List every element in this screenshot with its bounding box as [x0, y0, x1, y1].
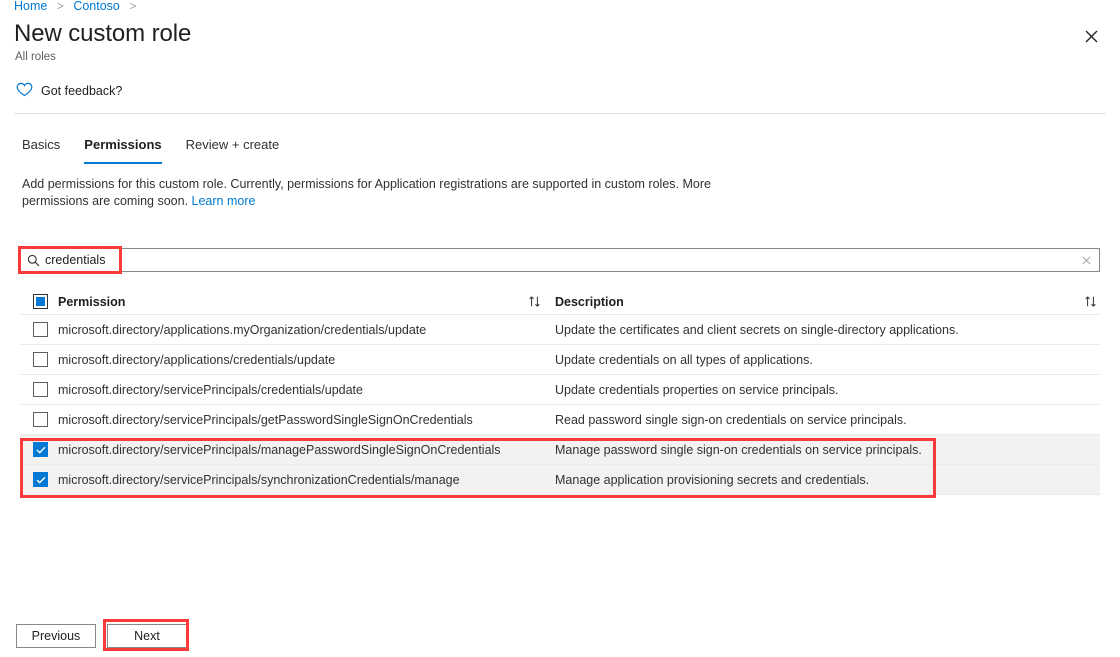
search-input[interactable]	[45, 249, 1073, 271]
row-checkbox[interactable]	[33, 442, 48, 457]
clear-search-icon[interactable]	[1073, 255, 1099, 265]
breadcrumb-separator-1: >	[56, 0, 64, 13]
row-permission: microsoft.directory/applications.myOrgan…	[58, 322, 427, 337]
search-icon	[21, 254, 45, 267]
table-row[interactable]: microsoft.directory/applications/credent…	[20, 345, 1100, 375]
breadcrumb-separator-2: >	[129, 0, 137, 13]
column-header-permission[interactable]: Permission	[58, 295, 528, 309]
row-description: Update credentials on all types of appli…	[555, 352, 813, 367]
row-checkbox[interactable]	[33, 472, 48, 487]
permissions-description: Add permissions for this custom role. Cu…	[22, 176, 722, 210]
table-row[interactable]: microsoft.directory/servicePrincipals/sy…	[20, 465, 1100, 495]
tab-basics-label: Basics	[22, 137, 61, 152]
search-permissions-field[interactable]	[20, 248, 1100, 272]
row-description: Update the certificates and client secre…	[555, 322, 959, 337]
table-row[interactable]: microsoft.directory/servicePrincipals/cr…	[20, 375, 1100, 405]
page-title: New custom role	[14, 20, 192, 47]
select-all-cell	[20, 294, 58, 309]
row-checkbox-cell	[20, 382, 58, 397]
got-feedback-label: Got feedback?	[41, 84, 123, 98]
row-permission: microsoft.directory/applications/credent…	[58, 352, 336, 367]
row-checkbox[interactable]	[33, 382, 48, 397]
got-feedback-button[interactable]: Got feedback?	[16, 82, 122, 100]
row-checkbox-cell	[20, 412, 58, 427]
close-icon[interactable]	[1076, 21, 1106, 51]
tab-review-create-label: Review + create	[185, 137, 280, 152]
row-checkbox-cell	[20, 472, 58, 487]
sort-permission-icon[interactable]	[528, 295, 555, 308]
new-custom-role-blade: Home > Contoso > New custom role All rol…	[0, 0, 1120, 657]
row-description: Manage password single sign-on credentia…	[555, 442, 922, 457]
table-row[interactable]: microsoft.directory/servicePrincipals/ge…	[20, 405, 1100, 435]
page-subtitle: All roles	[15, 51, 56, 63]
row-description: Manage application provisioning secrets …	[555, 472, 870, 487]
row-permission: microsoft.directory/servicePrincipals/ge…	[58, 412, 473, 427]
tab-review-create[interactable]: Review + create	[178, 136, 288, 164]
tab-basics[interactable]: Basics	[14, 136, 68, 164]
row-description: Read password single sign-on credentials…	[555, 412, 907, 427]
breadcrumb-item-home[interactable]: Home	[14, 0, 47, 13]
breadcrumb-item-contoso[interactable]: Contoso	[73, 0, 120, 13]
learn-more-link[interactable]: Learn more	[192, 194, 256, 208]
previous-button[interactable]: Previous	[16, 624, 96, 648]
wizard-footer: Previous Next	[0, 607, 1120, 657]
row-permission: microsoft.directory/servicePrincipals/sy…	[58, 472, 460, 487]
row-permission: microsoft.directory/servicePrincipals/cr…	[58, 382, 363, 397]
row-checkbox[interactable]	[33, 322, 48, 337]
row-checkbox-cell	[20, 322, 58, 337]
wizard-tabs: Basics Permissions Review + create	[14, 136, 295, 164]
tab-permissions-label: Permissions	[84, 137, 162, 152]
column-header-description[interactable]: Description	[555, 295, 1074, 309]
sort-description-icon[interactable]	[1074, 295, 1100, 308]
select-all-checkbox[interactable]	[33, 294, 48, 309]
table-row[interactable]: microsoft.directory/applications.myOrgan…	[20, 315, 1100, 345]
row-description: Update credentials properties on service…	[555, 382, 839, 397]
row-checkbox-cell	[20, 352, 58, 367]
permissions-description-text: Add permissions for this custom role. Cu…	[22, 177, 711, 208]
tab-permissions[interactable]: Permissions	[76, 136, 169, 164]
row-checkbox[interactable]	[33, 412, 48, 427]
table-row[interactable]: microsoft.directory/servicePrincipals/ma…	[20, 435, 1100, 465]
table-header-row: Permission Description	[20, 289, 1100, 315]
row-permission: microsoft.directory/servicePrincipals/ma…	[58, 442, 501, 457]
permissions-table: Permission Description microsoft.directo…	[20, 289, 1100, 495]
row-checkbox-cell	[20, 442, 58, 457]
heart-icon	[16, 82, 33, 100]
breadcrumb: Home > Contoso >	[14, 0, 142, 14]
next-button[interactable]: Next	[107, 624, 187, 648]
row-checkbox[interactable]	[33, 352, 48, 367]
header-divider	[14, 113, 1106, 114]
